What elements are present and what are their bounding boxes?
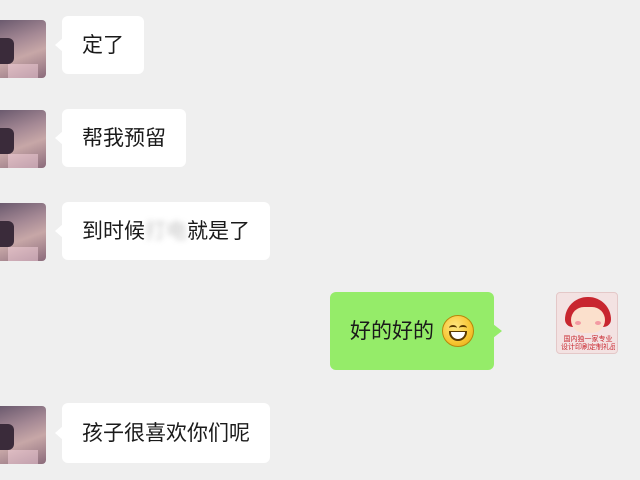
- incoming-message-bubble[interactable]: 到时候 打电 就是了: [55, 202, 270, 260]
- message-text: 定了: [82, 33, 124, 57]
- chat-area: 定了 帮我预留 到时候 打电 就是了 好的好的 国内独一家专业 设计印刷定制礼品 孩…: [0, 0, 640, 480]
- self-avatar[interactable]: 国内独一家专业 设计印刷定制礼品: [556, 292, 618, 354]
- incoming-message-bubble[interactable]: 定了: [55, 16, 144, 74]
- incoming-message-bubble[interactable]: 孩子很喜欢你们呢: [55, 403, 270, 463]
- contact-avatar[interactable]: [0, 110, 46, 168]
- redacted-text: 打电: [145, 219, 187, 243]
- message-text: 帮我预留: [82, 126, 166, 150]
- grinning-face-icon: [442, 315, 474, 347]
- contact-avatar[interactable]: [0, 203, 46, 261]
- avatar-caption: 国内独一家专业 设计印刷定制礼品: [561, 335, 615, 351]
- contact-avatar[interactable]: [0, 406, 46, 464]
- contact-avatar[interactable]: [0, 20, 46, 78]
- message-text-after: 就是了: [187, 219, 250, 243]
- message-text-before: 到时候: [82, 219, 145, 243]
- incoming-message-bubble[interactable]: 帮我预留: [55, 109, 186, 167]
- outgoing-message-bubble[interactable]: 好的好的: [330, 292, 502, 370]
- message-text: 孩子很喜欢你们呢: [82, 421, 250, 445]
- message-text: 好的好的: [350, 319, 434, 343]
